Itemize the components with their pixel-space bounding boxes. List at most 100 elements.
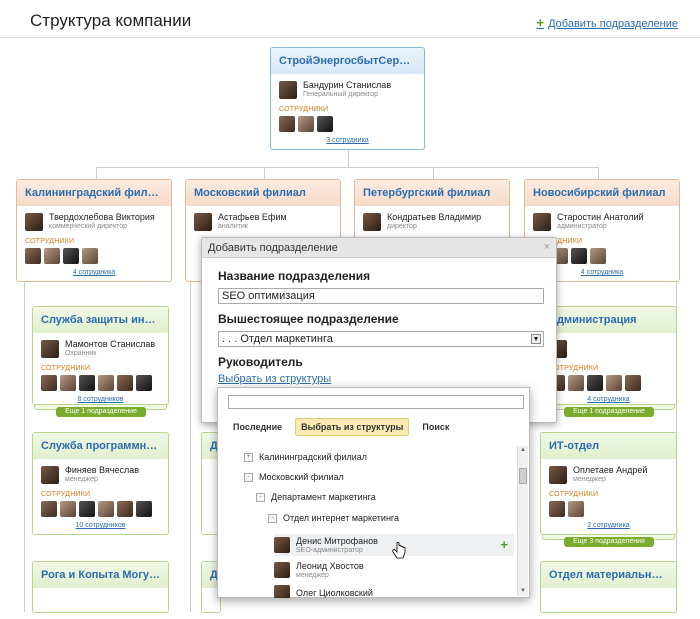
tab-recent[interactable]: Последние xyxy=(228,419,287,435)
department-card[interactable]: Администрация СОТРУДНИКИ 4 сотрудника xyxy=(540,306,677,405)
staff-count-link[interactable]: 4 сотрудника xyxy=(17,269,171,276)
staff-avatar[interactable] xyxy=(41,375,57,391)
branch-card-kaliningrad[interactable]: Калининградский филиал Твердохлебова Вик… xyxy=(16,179,172,282)
tree-scrollbar[interactable]: ▲ ▼ xyxy=(517,446,528,596)
card-head-person[interactable]: Астафьев Ефим аналитик xyxy=(186,206,340,232)
card-title[interactable]: ИТ-отдел xyxy=(541,433,676,459)
page-title: Структура компании xyxy=(30,11,192,30)
staff-avatar[interactable] xyxy=(98,375,114,391)
pick-from-structure-link[interactable]: Выбрать из структуры xyxy=(218,373,331,385)
department-card[interactable]: Рога и Копыта Могуче... xyxy=(32,561,169,613)
scrollbar-thumb[interactable] xyxy=(519,468,527,484)
chevron-down-icon[interactable]: ▼ xyxy=(531,334,541,344)
staff-avatar[interactable] xyxy=(136,375,152,391)
staff-avatar[interactable] xyxy=(317,116,333,132)
connector-line xyxy=(433,167,434,179)
staff-avatar[interactable] xyxy=(60,501,76,517)
scroll-down-icon[interactable]: ▼ xyxy=(518,587,528,596)
card-head-person[interactable]: Кондратьев Владимир директор xyxy=(355,206,509,232)
staff-avatar[interactable] xyxy=(25,248,41,264)
department-name-input[interactable]: SEO оптимизация xyxy=(218,288,544,304)
scroll-up-icon[interactable]: ▲ xyxy=(518,446,528,455)
staff-count-link[interactable]: 10 сотрудников xyxy=(33,522,168,529)
parent-department-select[interactable]: . . . Отдел маркетинга ▼ xyxy=(218,331,544,347)
card-head-person[interactable]: Твердохлебова Виктория коммерческий дирек… xyxy=(17,206,171,232)
person-name: Кондратьев Владимир xyxy=(387,212,482,222)
tree-person-item[interactable]: Леонид Хвостов менеджер xyxy=(274,559,514,581)
tree-node[interactable]: - Отдел интернет маркетинга xyxy=(268,513,399,523)
department-card[interactable]: ИТ-отдел Оплетаев Андрей менеджер СОТРУДН… xyxy=(540,432,677,535)
staff-avatar[interactable] xyxy=(298,116,314,132)
card-title[interactable]: Московский филиал xyxy=(186,180,340,206)
collapse-icon[interactable]: - xyxy=(268,513,277,523)
tree-node[interactable]: - Московский филиал xyxy=(244,472,344,482)
staff-avatar[interactable] xyxy=(549,501,565,517)
staff-count-link[interactable]: 2 сотрудника xyxy=(541,522,676,529)
add-person-icon[interactable]: + xyxy=(500,537,508,552)
card-title[interactable]: Рога и Копыта Могуче... xyxy=(33,562,168,588)
more-subdepartments-badge[interactable]: Еще 1 подразделение xyxy=(564,407,654,417)
card-head-person[interactable]: Финяев Вячеслав менеджер xyxy=(33,459,168,485)
department-card[interactable]: Служба защиты инфо... Мамонтов Станислав… xyxy=(32,306,169,405)
card-head-person[interactable]: Старостин Анатолий администратор xyxy=(525,206,679,232)
more-subdepartments-badge[interactable]: Еще 3 подразделения xyxy=(564,537,654,547)
card-title[interactable]: Петербургский филиал xyxy=(355,180,509,206)
staff-avatar[interactable] xyxy=(568,501,584,517)
staff-avatar[interactable] xyxy=(79,375,95,391)
staff-avatar[interactable] xyxy=(63,248,79,264)
staff-avatar[interactable] xyxy=(590,248,606,264)
staff-avatar[interactable] xyxy=(44,248,60,264)
card-title[interactable]: Администрация xyxy=(541,307,676,333)
staff-avatar[interactable] xyxy=(279,116,295,132)
close-icon[interactable]: × xyxy=(544,241,550,253)
card-title[interactable]: Служба защиты инфо... xyxy=(33,307,168,333)
avatar xyxy=(549,465,567,484)
staff-avatar[interactable] xyxy=(625,375,641,391)
staff-avatar[interactable] xyxy=(117,501,133,517)
staff-avatar[interactable] xyxy=(587,375,603,391)
department-card[interactable]: Отдел материально-те... xyxy=(540,561,677,613)
person-name: Финяев Вячеслав xyxy=(65,465,140,475)
staff-count-link[interactable]: 4 сотрудника xyxy=(541,396,676,403)
staff-label: СОТРУДНИКИ xyxy=(549,491,599,498)
card-title[interactable]: Служба программной... xyxy=(33,433,168,459)
staff-avatar[interactable] xyxy=(571,248,587,264)
staff-avatar[interactable] xyxy=(79,501,95,517)
staff-avatar[interactable] xyxy=(60,375,76,391)
person-role: Генеральный директор xyxy=(303,91,379,98)
tab-search[interactable]: Поиск xyxy=(417,419,454,435)
card-title[interactable]: Калининградский филиал xyxy=(17,180,171,206)
staff-count-link[interactable]: 8 сотрудников xyxy=(33,396,168,403)
department-card[interactable]: Служба программной... Финяев Вячеслав мен… xyxy=(32,432,169,535)
staff-avatar[interactable] xyxy=(117,375,133,391)
picker-search-input[interactable] xyxy=(228,395,524,409)
card-head-person[interactable]: Мамонтов Станислав Охранник xyxy=(33,333,168,359)
add-department-link[interactable]: + Добавить подразделение xyxy=(537,15,678,30)
card-head-person[interactable]: Бандурин Станислав Генеральный директор xyxy=(271,74,424,100)
person-role: SEO-администратор xyxy=(296,546,363,554)
staff-avatar[interactable] xyxy=(606,375,622,391)
tree-node[interactable]: + Калининградский филиал xyxy=(244,452,367,462)
card-head-person[interactable]: Оплетаев Андрей менеджер xyxy=(541,459,676,485)
card-title[interactable]: Новосибирский филиал xyxy=(525,180,679,206)
staff-avatar[interactable] xyxy=(568,375,584,391)
staff-avatar[interactable] xyxy=(82,248,98,264)
card-head-person[interactable] xyxy=(541,333,676,359)
staff-avatar[interactable] xyxy=(98,501,114,517)
staff-count-link[interactable]: 3 сотрудника xyxy=(271,137,424,144)
tree-person-item[interactable]: Олег Циолковский xyxy=(274,582,514,598)
connector-line xyxy=(96,167,598,168)
person-name: Мамонтов Станислав xyxy=(65,339,156,349)
tree-node[interactable]: - Департамент маркетинга xyxy=(256,492,376,502)
staff-avatar[interactable] xyxy=(136,501,152,517)
card-title[interactable]: Отдел материально-те... xyxy=(541,562,676,588)
staff-avatar[interactable] xyxy=(41,501,57,517)
root-company-card[interactable]: СтройЭнергосбытСервис Бандурин Станислав… xyxy=(270,47,425,150)
expand-icon[interactable]: + xyxy=(244,452,253,462)
collapse-icon[interactable]: - xyxy=(244,472,253,482)
more-subdepartments-badge[interactable]: Еще 1 подразделение xyxy=(56,407,146,417)
staff-thumbnails xyxy=(33,372,168,391)
tab-structure[interactable]: Выбрать из структуры xyxy=(295,418,410,436)
collapse-icon[interactable]: - xyxy=(256,492,265,502)
card-title[interactable]: СтройЭнергосбытСервис xyxy=(271,48,424,74)
